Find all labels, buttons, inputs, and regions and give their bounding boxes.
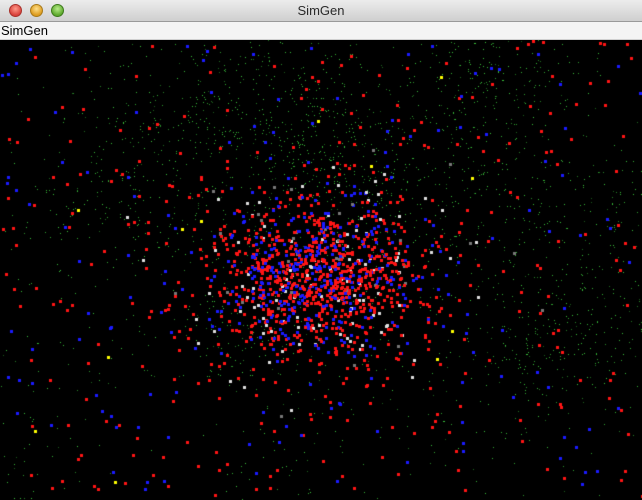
title-bar[interactable]: SimGen <box>0 0 642 22</box>
menu-simgen[interactable]: SimGen <box>1 22 48 40</box>
app-window: SimGen SimGen <box>0 0 642 500</box>
simulation-canvas[interactable] <box>0 40 642 500</box>
menu-bar: SimGen <box>0 22 642 40</box>
window-title: SimGen <box>297 3 345 18</box>
